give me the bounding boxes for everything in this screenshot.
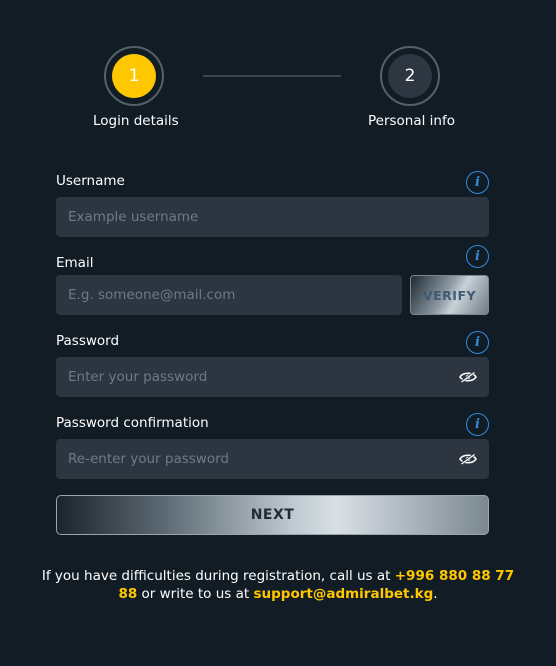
eye-icon[interactable] [459, 371, 477, 383]
step-2-number: 2 [388, 54, 432, 98]
username-label: Username [56, 173, 125, 189]
step-2-label: Personal info [368, 113, 455, 129]
password-confirmation-input[interactable] [56, 439, 489, 479]
support-note: If you have difficulties during registra… [40, 567, 516, 603]
email-info-icon[interactable]: i [466, 245, 489, 268]
step-1-number: 1 [112, 54, 156, 98]
step-2-indicator: 2 [380, 46, 440, 106]
email-input[interactable] [56, 275, 402, 315]
password-confirmation-info-icon[interactable]: i [466, 413, 489, 436]
step-connector [203, 75, 341, 77]
password-info-icon[interactable]: i [466, 331, 489, 354]
support-text-middle: or write to us at [137, 586, 254, 602]
support-text-before: If you have difficulties during registra… [41, 568, 395, 584]
next-button[interactable]: NEXT [56, 495, 489, 535]
step-1-indicator: 1 [104, 46, 164, 106]
registration-stepper: 1 2 Login details Personal info [0, 46, 556, 136]
verify-button[interactable]: VERIFY [410, 275, 489, 315]
username-info-icon[interactable]: i [466, 171, 489, 194]
support-text-after: . [433, 586, 438, 602]
step-1-label: Login details [93, 113, 179, 129]
email-label: Email [56, 255, 94, 271]
eye-icon[interactable] [459, 453, 477, 465]
password-label: Password [56, 333, 120, 349]
username-input[interactable] [56, 197, 489, 237]
password-input[interactable] [56, 357, 489, 397]
password-confirmation-label: Password confirmation [56, 415, 209, 431]
support-email-link[interactable]: support@admiralbet.kg [253, 586, 433, 602]
